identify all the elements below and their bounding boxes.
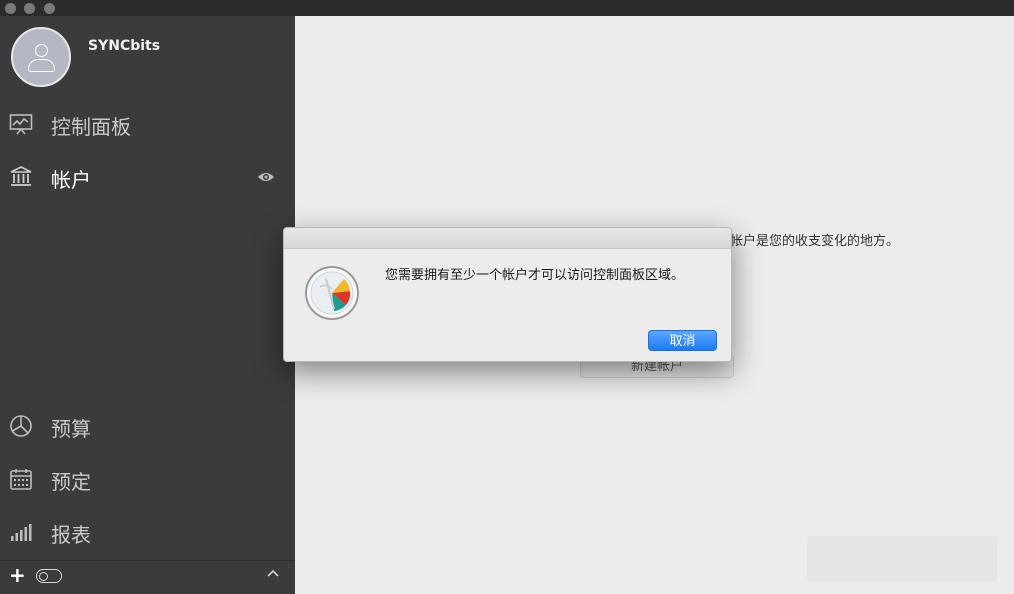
sidebar-item-label: 报表 <box>51 523 91 547</box>
user-avatar-icon[interactable] <box>11 27 71 87</box>
sidebar-item-label: 帐户 <box>51 168 91 192</box>
sidebar-item-accounts[interactable]: 帐户 <box>0 157 295 197</box>
sidebar-footer: + <box>0 560 295 594</box>
bar-chart-icon <box>11 524 32 541</box>
add-button[interactable]: + <box>9 563 26 587</box>
pie-chart-icon <box>10 415 32 437</box>
accounts-empty-description: 帐户是您的收支变化的地方。 <box>730 234 900 249</box>
user-name: SYNCbits <box>88 38 161 54</box>
close-window-button[interactable] <box>5 3 16 14</box>
toggle-icon[interactable] <box>36 569 62 583</box>
minimize-window-button[interactable] <box>24 3 35 14</box>
sidebar-item-label: 控制面板 <box>51 115 131 139</box>
sidebar-item-budget[interactable]: 预算 <box>0 406 295 446</box>
dialog-titlebar <box>284 228 731 249</box>
dashboard-chart-icon <box>9 114 33 135</box>
sidebar-item-label: 预定 <box>51 470 91 494</box>
bank-icon <box>10 166 32 186</box>
sidebar-item-label: 预算 <box>51 417 91 441</box>
empty-panel <box>807 536 997 582</box>
sidebar-item-reports[interactable]: 报表 <box>0 512 295 552</box>
chevron-up-icon[interactable] <box>267 567 279 579</box>
window-titlebar <box>0 0 1014 16</box>
sidebar: SYNCbits 控制面板 帐户 预算 预定 报表 + <box>0 16 295 594</box>
app-logo-icon <box>305 266 359 320</box>
sidebar-item-scheduled[interactable]: 预定 <box>0 459 295 499</box>
alert-dialog: 您需要拥有至少一个帐户才可以访问控制面板区域。 取消 <box>283 227 732 362</box>
sidebar-item-dashboard[interactable]: 控制面板 <box>0 104 295 144</box>
cancel-button[interactable]: 取消 <box>648 330 717 351</box>
eye-icon[interactable] <box>257 170 275 184</box>
zoom-window-button[interactable] <box>44 3 55 14</box>
calendar-icon <box>10 469 32 490</box>
dialog-message: 您需要拥有至少一个帐户才可以访问控制面板区域。 <box>385 268 685 283</box>
